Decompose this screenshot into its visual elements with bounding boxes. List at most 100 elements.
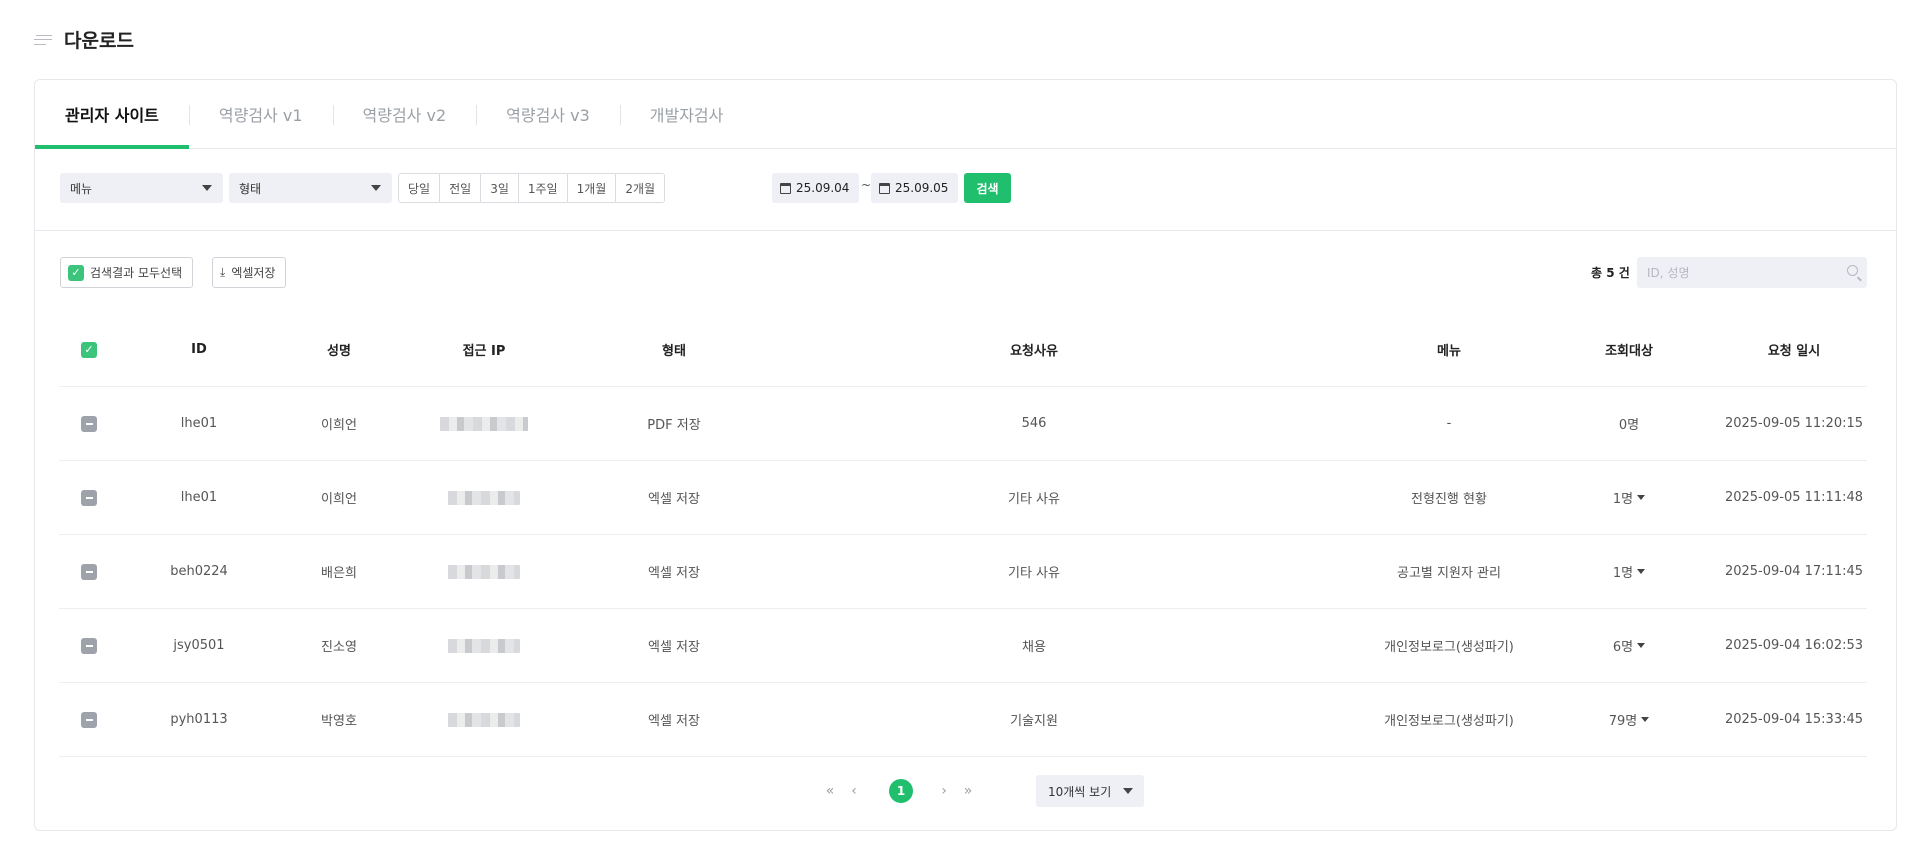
last-page-icon[interactable]: » [958, 775, 978, 807]
masked-ip [448, 638, 520, 653]
row-checkbox-cell [59, 609, 119, 682]
page-1-button[interactable]: 1 [889, 779, 913, 803]
tab-bar: 관리자 사이트 역량검사 v1 역량검사 v2 역량검사 v3 개발자검사 [35, 80, 1896, 149]
filter-bar: 메뉴 형태 당일 전일 3일 1주일 1개월 2개월 25.09.04 ~ 25… [35, 149, 1896, 231]
excel-save-label: 엑셀저장 [231, 266, 276, 280]
search-icon[interactable] [1847, 265, 1858, 276]
cell-menu: 개인정보로그(생성파기) [1384, 714, 1514, 729]
cell-menu: 공고별 지원자 관리 [1397, 566, 1501, 581]
cell-ip-masked [409, 387, 559, 460]
table-row: beh0224 배은희 엑셀 저장 기타 사유 공고별 지원자 관리 1명 20… [59, 535, 1867, 609]
tab-competency-v1[interactable]: 역량검사 v1 [188, 80, 333, 148]
column-header-id: ID [191, 342, 207, 357]
cell-ip-masked [409, 683, 559, 756]
first-page-icon[interactable]: « [820, 775, 840, 807]
target-dropdown[interactable]: 1명 [1612, 562, 1646, 581]
select-all-checkbox[interactable]: ✓ [81, 341, 97, 358]
type-select-label: 형태 [239, 181, 262, 196]
period-1week-button[interactable]: 1주일 [517, 174, 567, 202]
page-size-label: 10개씩 보기 [1048, 784, 1112, 799]
checkbox-checked-icon: ✓ [68, 264, 84, 281]
caret-down-icon [1637, 495, 1646, 500]
cell-target[interactable]: 6명 [1569, 609, 1689, 682]
target-count-label: 6명 [1612, 640, 1634, 655]
table-row: jsy0501 진소영 엑셀 저장 채용 개인정보로그(생성파기) 6명 202… [59, 609, 1867, 683]
period-today-button[interactable]: 당일 [399, 174, 440, 202]
date-to-value: 25.09.05 [895, 181, 949, 195]
period-button-group: 당일 전일 3일 1주일 1개월 2개월 [398, 173, 666, 203]
row-checkbox[interactable] [81, 415, 97, 432]
date-from-value: 25.09.04 [796, 181, 850, 195]
download-icon: ⤓ [220, 265, 226, 279]
cell-target[interactable]: 1명 [1569, 461, 1689, 534]
tab-developer-test[interactable]: 개발자검사 [619, 80, 754, 148]
select-all-results-button[interactable]: ✓ 검색결과 모두선택 [60, 257, 194, 288]
cell-menu: - [1446, 416, 1452, 431]
table-header-row: ✓ ID 성명 접근 IP 형태 요청사유 메뉴 조회대상 요청 일시 [59, 313, 1867, 387]
date-to-field[interactable]: 25.09.05 [871, 173, 959, 203]
page-title: 다운로드 [64, 30, 134, 52]
cell-id: beh0224 [170, 564, 228, 579]
cell-ip-masked [409, 461, 559, 534]
caret-down-icon [1637, 569, 1646, 574]
tab-admin-site[interactable]: 관리자 사이트 [35, 80, 189, 149]
cell-id: lhe01 [180, 416, 218, 431]
period-2months-button[interactable]: 2개월 [615, 174, 665, 202]
next-page-icon[interactable]: › [936, 775, 952, 807]
cell-date: 2025-09-04 17:11:45 [1724, 564, 1864, 579]
target-dropdown[interactable]: 1명 [1613, 488, 1646, 507]
row-checkbox-cell [59, 683, 119, 756]
cell-id: lhe01 [180, 490, 218, 505]
hamburger-menu-icon[interactable] [34, 33, 52, 47]
target-dropdown[interactable]: 79명 [1609, 710, 1650, 729]
cell-type: 엑셀 저장 [648, 492, 700, 507]
cell-date: 2025-09-05 11:20:15 [1724, 416, 1864, 431]
cell-target[interactable]: 1명 [1569, 535, 1689, 608]
excel-save-button[interactable]: ⤓ 엑셀저장 [212, 257, 287, 288]
period-1month-button[interactable]: 1개월 [566, 174, 616, 202]
masked-ip [440, 416, 528, 431]
cell-name: 배은희 [321, 566, 357, 581]
caret-down-icon [1637, 643, 1646, 648]
tab-competency-v3[interactable]: 역량검사 v3 [476, 80, 620, 148]
cell-type: 엑셀 저장 [648, 566, 700, 581]
chevron-down-icon [202, 185, 212, 191]
cell-name: 이희언 [321, 418, 357, 433]
cell-reason: 기타 사유 [1008, 566, 1060, 581]
calendar-icon [780, 182, 791, 194]
header-checkbox-cell: ✓ [59, 313, 119, 386]
calendar-icon [879, 182, 890, 194]
cell-menu: 개인정보로그(생성파기) [1384, 640, 1514, 655]
date-from-field[interactable]: 25.09.04 [772, 173, 860, 203]
cell-reason: 기술지원 [1010, 714, 1058, 729]
target-count: 0명 [1619, 414, 1639, 433]
column-header-type: 형태 [662, 344, 686, 359]
prev-page-icon[interactable]: ‹ [846, 775, 862, 807]
search-input-wrapper [1637, 257, 1867, 288]
table-row: lhe01 이희언 엑셀 저장 기타 사유 전형진행 현황 1명 2025-09… [59, 461, 1867, 535]
search-button[interactable]: 검색 [964, 173, 1011, 203]
cell-date: 2025-09-04 15:33:45 [1724, 712, 1864, 727]
total-count: 총 5 건 [1591, 266, 1630, 280]
period-3days-button[interactable]: 3일 [480, 174, 518, 202]
row-checkbox[interactable] [81, 563, 97, 580]
target-count-label: 1명 [1612, 566, 1634, 581]
pagination: « ‹ 1 › » 10개씩 보기 [35, 775, 1896, 807]
row-checkbox[interactable] [81, 489, 97, 506]
menu-select[interactable]: 메뉴 [60, 173, 223, 203]
search-input[interactable] [1637, 257, 1867, 288]
row-checkbox[interactable] [81, 637, 97, 654]
page-size-select[interactable]: 10개씩 보기 [1036, 775, 1144, 807]
column-header-ip: 접근 IP [462, 344, 506, 359]
type-select[interactable]: 형태 [229, 173, 392, 203]
chevron-down-icon [371, 185, 381, 191]
target-dropdown[interactable]: 6명 [1612, 636, 1646, 655]
download-log-table: ✓ ID 성명 접근 IP 형태 요청사유 메뉴 조회대상 요청 일시 lhe0… [59, 313, 1867, 757]
period-yesterday-button[interactable]: 전일 [439, 174, 481, 202]
cell-type: 엑셀 저장 [648, 640, 700, 655]
row-checkbox[interactable] [81, 711, 97, 728]
tab-competency-v2[interactable]: 역량검사 v2 [332, 80, 477, 148]
chevron-down-icon [1123, 788, 1133, 794]
table-row: pyh0113 박영호 엑셀 저장 기술지원 개인정보로그(생성파기) 79명 … [59, 683, 1867, 757]
cell-target[interactable]: 79명 [1569, 683, 1689, 756]
